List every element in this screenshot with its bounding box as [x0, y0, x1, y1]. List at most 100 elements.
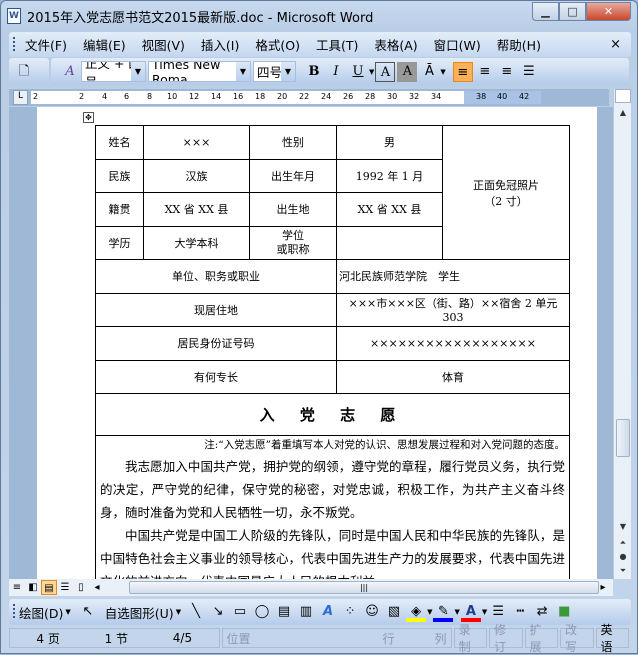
shadow-style-icon[interactable]: ■ [554, 602, 574, 622]
status-record[interactable]: 录制 [453, 623, 488, 654]
line-style-icon[interactable]: ☰ [488, 602, 508, 622]
arrow-icon[interactable]: ↘ [208, 602, 228, 622]
rectangle-icon[interactable]: ▭ [230, 602, 250, 622]
select-pointer-icon[interactable]: ↖ [78, 602, 98, 622]
italic-button[interactable]: I [326, 62, 346, 82]
document-area[interactable]: ✥ 姓名 ××× 性别 男 正面免冠照片 （2 寸） 民族 汉族 出生年月 199… [9, 107, 613, 579]
value-name[interactable]: ××× [143, 125, 250, 160]
normal-view-icon[interactable]: ≡ [9, 580, 25, 595]
align-center-button[interactable]: ≡ [475, 62, 495, 82]
value-birthplace[interactable]: XX 省 XX 县 [336, 192, 443, 227]
underline-button[interactable]: U [348, 62, 368, 82]
menu-view[interactable]: 视图(V) [142, 35, 185, 54]
scroll-left-icon[interactable]: ◂ [89, 580, 105, 595]
document-page[interactable]: ✥ 姓名 ××× 性别 男 正面免冠照片 （2 寸） 民族 汉族 出生年月 199… [37, 107, 597, 579]
close-document-button[interactable]: × [610, 37, 621, 52]
horizontal-scroll-thumb[interactable]: ||| [129, 581, 599, 594]
word-doc-icon: W [7, 8, 21, 24]
print-layout-icon[interactable]: ▤ [41, 580, 57, 595]
char-border-button[interactable]: A [375, 61, 396, 82]
value-gender[interactable]: 男 [336, 125, 443, 160]
menu-bar: 文件(F) 编辑(E) 视图(V) 插入(I) 格式(O) 工具(T) 表格(A… [9, 32, 631, 57]
minimize-button[interactable]: ▁ [532, 2, 559, 21]
new-document-icon[interactable]: 🗋 [14, 62, 34, 82]
chevron-down-icon[interactable]: ▼ [369, 68, 374, 76]
wordart-icon[interactable]: A [318, 602, 338, 622]
picture-icon[interactable]: ▧ [384, 602, 404, 622]
diagram-icon[interactable]: ⁘ [340, 602, 360, 622]
value-native-place[interactable]: XX 省 XX 县 [143, 192, 250, 227]
menu-help[interactable]: 帮助(H) [497, 35, 541, 54]
tab-selector-icon[interactable]: L [13, 90, 28, 105]
menu-file[interactable]: 文件(F) [25, 35, 67, 54]
fill-color-icon[interactable]: ◈ [406, 602, 427, 622]
menu-insert[interactable]: 插入(I) [201, 35, 239, 54]
menu-edit[interactable]: 编辑(E) [83, 35, 126, 54]
table-move-handle-icon[interactable]: ✥ [83, 112, 94, 123]
grip-handle[interactable] [13, 604, 15, 618]
value-ethnicity[interactable]: 汉族 [143, 158, 250, 193]
line-icon[interactable]: ╲ [186, 602, 206, 622]
value-specialty[interactable]: 体育 [336, 359, 570, 394]
chevron-down-icon: ▼ [427, 608, 433, 616]
reading-view-icon[interactable]: ▯ [73, 580, 89, 595]
scroll-thumb[interactable] [616, 419, 630, 457]
align-right-button[interactable]: ≡ [497, 62, 517, 82]
status-extend[interactable]: 扩展 [524, 623, 559, 654]
arrow-style-icon[interactable]: ⇄ [532, 602, 552, 622]
value-address[interactable]: ×××市×××区（街、路）××宿舍 2 单元 303 [336, 292, 570, 327]
line-color-icon[interactable]: ✎ [433, 602, 454, 622]
web-view-icon[interactable]: ◧ [25, 580, 41, 595]
clipart-icon[interactable]: ☺ [362, 602, 382, 622]
vertical-scrollbar[interactable]: ▲ ▼ ⏶ ● ⏷ [613, 89, 631, 579]
autoshapes-button[interactable]: 自选图形(U) [105, 603, 174, 622]
menu-tools[interactable]: 工具(T) [316, 35, 358, 54]
note-text: 注:“入党志愿”着重填写本人对党的认识、思想发展过程和对入党问题的态度。 [204, 439, 565, 451]
status-language[interactable]: 英语 [595, 623, 629, 654]
char-scale-icon[interactable]: Ā [419, 62, 439, 82]
font-size-select[interactable]: 四号 ▼ [253, 61, 296, 82]
value-birthdate[interactable]: 1992 年 1 月 [336, 158, 443, 193]
font-select[interactable]: Times New Roma ▼ [148, 61, 251, 82]
application-text[interactable]: 注:“入党志愿”着重填写本人对党的认识、思想发展过程和对入党问题的态度。 我志愿… [95, 435, 570, 579]
distributed-align-button[interactable]: ☰ [519, 62, 539, 82]
font-color-icon[interactable]: A [460, 602, 481, 622]
dash-style-icon[interactable]: ┅ [510, 602, 530, 622]
justify-button[interactable]: ≡ [452, 61, 473, 82]
scroll-up-icon[interactable]: ▲ [615, 105, 631, 121]
photo-cell[interactable]: 正面免冠照片 （2 寸） [442, 125, 570, 260]
paragraph: 中国共产党是中国工人阶级的先锋队，同时是中国人民和中华民族的先锋队，是中国特色社… [100, 528, 565, 579]
menu-table[interactable]: 表格(A) [374, 35, 417, 54]
status-section: 1 节 [104, 631, 129, 646]
horizontal-scrollbar[interactable]: ≡ ◧ ▤ ☰ ▯ ◂ ||| ▸ [9, 579, 613, 596]
value-id-number[interactable]: ×××××××××××××××××× [336, 326, 570, 361]
status-track-changes[interactable]: 修订 [489, 623, 523, 654]
bold-button[interactable]: B [304, 62, 324, 82]
menu-format[interactable]: 格式(O) [255, 35, 300, 54]
outline-view-icon[interactable]: ☰ [57, 580, 73, 595]
ruler-number: 6 [124, 92, 130, 101]
char-shading-button[interactable]: A [397, 61, 418, 82]
chevron-down-icon: ▼ [175, 608, 182, 616]
status-overtype[interactable]: 改写 [560, 623, 594, 654]
vertical-textbox-icon[interactable]: ▥ [296, 602, 316, 622]
styles-icon[interactable]: A [60, 62, 80, 82]
maximize-button[interactable]: □ [559, 2, 586, 21]
value-education[interactable]: 大学本科 [143, 225, 250, 260]
label-degree-line1: 学位 [282, 228, 304, 242]
scroll-right-icon[interactable]: ▸ [595, 580, 611, 595]
next-page-icon[interactable]: ⏷ [615, 563, 631, 579]
grip-handle[interactable] [13, 37, 15, 51]
style-select[interactable]: 正文 + 四号 ▼ [81, 61, 146, 82]
textbox-icon[interactable]: ▤ [274, 602, 294, 622]
oval-icon[interactable]: ◯ [252, 602, 272, 622]
status-column: 列 [434, 631, 447, 646]
scroll-down-icon[interactable]: ▼ [615, 519, 631, 535]
menu-window[interactable]: 窗口(W) [434, 35, 481, 54]
draw-menu-button[interactable]: 绘图(D) [19, 603, 63, 622]
horizontal-ruler[interactable]: L 2 2 4 6 8 10 12 14 16 18 20 22 24 26 2… [9, 89, 609, 106]
split-box[interactable] [615, 89, 631, 103]
value-occupation[interactable]: 河北民族师范学院 学生 [336, 259, 570, 294]
close-button[interactable]: ✕ [586, 2, 631, 21]
value-degree[interactable] [336, 225, 443, 260]
